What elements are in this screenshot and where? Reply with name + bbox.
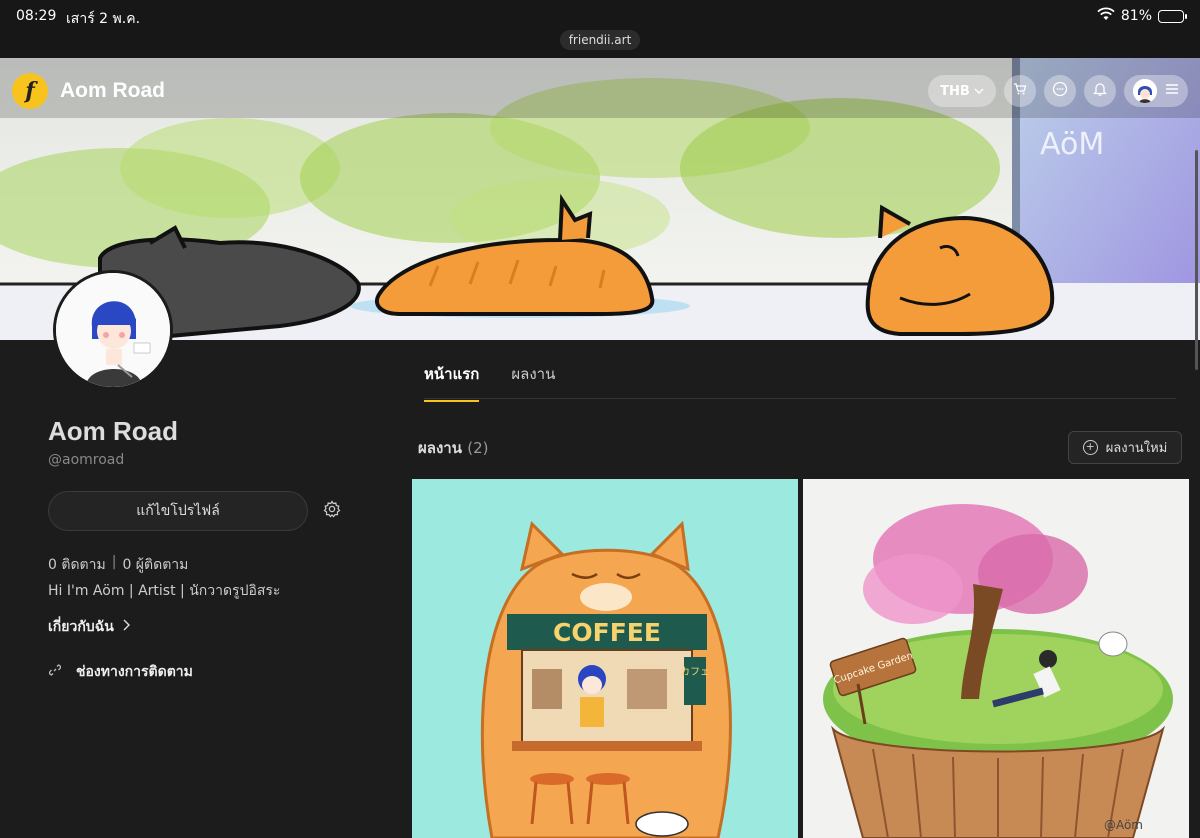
site-name: Aom Road (60, 79, 165, 102)
gear-icon (323, 500, 341, 522)
profile-handle: @aomroad (48, 452, 125, 468)
about-label: เกี่ยวกับฉัน (48, 619, 114, 635)
logo-icon: f (12, 73, 48, 109)
tab-divider (424, 398, 1176, 399)
chat-icon (1052, 81, 1068, 101)
about-me-link[interactable]: เกี่ยวกับฉัน (48, 616, 130, 638)
follow-channels-link[interactable]: ช่องทางการติดตาม (48, 661, 193, 683)
currency-label: THB (940, 83, 970, 99)
profile-bio: Hi I'm Aöm | Artist | นักวาดรูปอิสระ (48, 583, 281, 599)
battery-icon (1158, 9, 1187, 23)
scrollbar[interactable] (1195, 150, 1198, 370)
status-time: 08:29 (16, 8, 57, 24)
cart-icon (1013, 82, 1027, 100)
following-count[interactable]: 0 ติดตาม (48, 554, 106, 576)
bell-icon (1092, 81, 1108, 101)
site-brand[interactable]: f Aom Road (12, 73, 165, 109)
artwork-card[interactable]: Cupcake Garden @Aöm (803, 479, 1189, 838)
edit-profile-button[interactable]: แก้ไขโปรไฟล์ (48, 491, 308, 531)
works-count: (2) (467, 439, 489, 457)
followers-count[interactable]: 0 ผู้ติดตาม (122, 554, 188, 576)
notification-button[interactable] (1084, 75, 1116, 107)
plus-circle-icon: + (1082, 440, 1098, 455)
tab-home[interactable]: หน้าแรก (424, 362, 480, 402)
battery-percent: 81% (1120, 8, 1152, 24)
browser-bar: friendii.art (0, 28, 1200, 58)
new-work-button[interactable]: + ผลงานใหม่ (1068, 431, 1182, 464)
profile-tabs: หน้าแรก ผลงาน (424, 362, 555, 402)
menu-icon (1165, 83, 1179, 99)
artist-signature: @Aöm (1104, 818, 1143, 832)
chevron-down-icon (974, 84, 984, 99)
tab-works[interactable]: ผลงาน (511, 362, 555, 402)
new-work-label: ผลงานใหม่ (1105, 441, 1168, 456)
channel-label: ช่องทางการติดตาม (76, 664, 193, 680)
status-indicators: 81% (1097, 7, 1187, 25)
chat-button[interactable] (1044, 75, 1076, 107)
works-title: ผลงาน (418, 439, 462, 457)
follow-stats: 0 ติดตาม | 0 ผู้ติดตาม (48, 554, 188, 576)
chevron-right-icon (122, 619, 130, 635)
profile-name: Aom Road (48, 416, 178, 446)
profile-avatar[interactable] (53, 270, 173, 390)
wifi-icon (1097, 7, 1115, 25)
stats-separator: | (111, 554, 117, 570)
settings-button[interactable] (321, 500, 343, 522)
cover-watermark: AöM (1040, 127, 1104, 162)
status-date: เสาร์ 2 พ.ค. (66, 11, 141, 27)
works-heading: ผลงาน (2) (418, 436, 488, 460)
url-field[interactable]: friendii.art (560, 30, 640, 50)
cafe-side-sign: カフェ (680, 666, 710, 678)
currency-selector[interactable]: THB (928, 75, 996, 107)
artwork-card[interactable]: COFFEE カフェ (412, 479, 798, 838)
link-icon (48, 663, 62, 681)
coffee-sign: COFFEE (553, 618, 661, 647)
top-actions: THB (928, 75, 1188, 107)
account-menu-button[interactable] (1124, 75, 1188, 107)
avatar (1133, 79, 1157, 103)
cart-button[interactable] (1004, 75, 1036, 107)
